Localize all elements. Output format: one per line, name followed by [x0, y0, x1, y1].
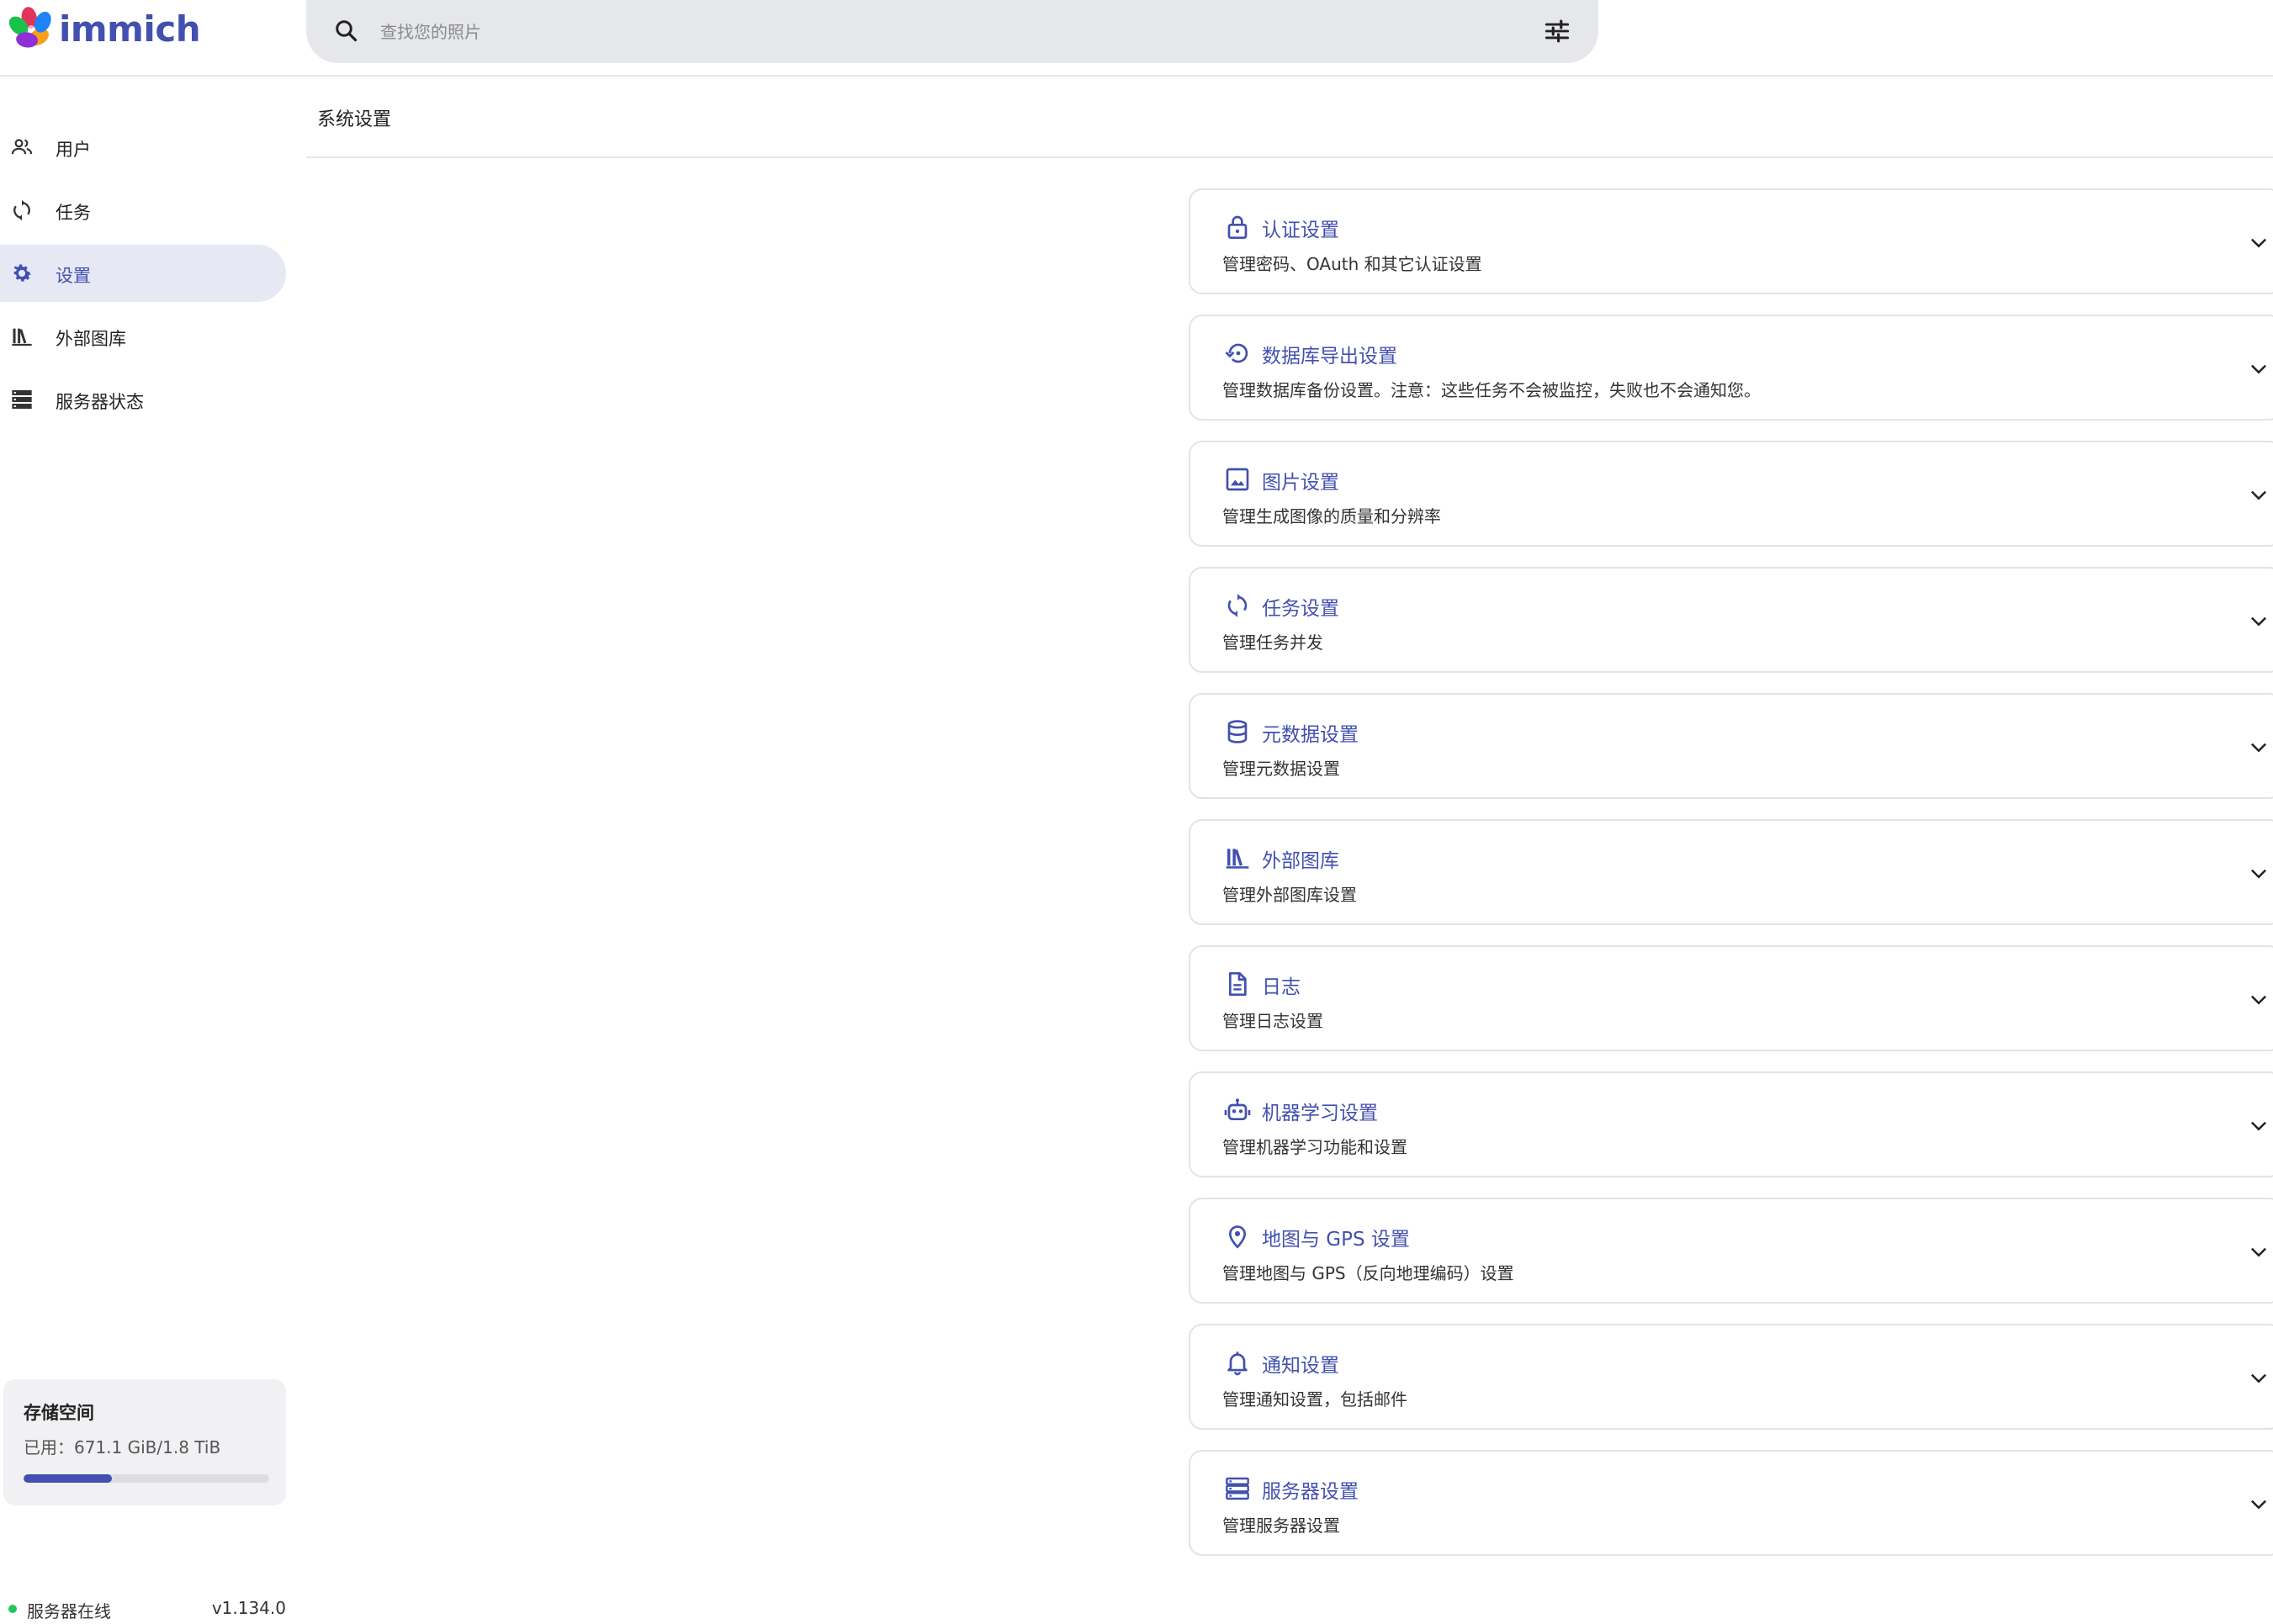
- setting-card-jobs[interactable]: 任务设置 管理任务并发: [1189, 567, 2273, 673]
- page-title: 系统设置: [317, 109, 392, 130]
- setting-card-database-backup[interactable]: 数据库导出设置 管理数据库备份设置。注意：这些任务不会被监控，失败也不会通知您。: [1189, 315, 2273, 421]
- sidebar-item-server-status[interactable]: 服务器状态: [0, 371, 286, 428]
- setting-card-metadata[interactable]: 元数据设置 管理元数据设置: [1189, 693, 2273, 799]
- map-marker-icon: [1228, 1225, 1247, 1249]
- setting-card-title: 数据库导出设置: [1262, 346, 1397, 368]
- server-status: 服务器在线 v1.134.0: [7, 1594, 286, 1624]
- setting-card-description: 管理密码、OAuth 和其它认证设置: [1222, 254, 1482, 274]
- setting-card-title: 机器学习设置: [1262, 1103, 1378, 1124]
- setting-card-authentication[interactable]: 认证设置 管理密码、OAuth 和其它认证设置: [1189, 188, 2273, 294]
- status-online-dot: [8, 1605, 17, 1613]
- chevron-down-icon[interactable]: [2246, 1114, 2271, 1139]
- library-icon: [12, 328, 32, 346]
- server-status-text: 服务器在线: [27, 1601, 111, 1621]
- bell-icon: [1227, 1352, 1248, 1376]
- setting-card-image[interactable]: 图片设置 管理生成图像的质量和分辨率: [1189, 441, 2273, 547]
- setting-card-title: 服务器设置: [1262, 1481, 1359, 1503]
- setting-card-title: 日志: [1262, 976, 1301, 998]
- server-icon: [1226, 1477, 1249, 1500]
- storage-used: 已用：671.1 GiB/1.8 TiB: [24, 1437, 221, 1457]
- sidebar: 用户 任务 设置 外部图库 服务器状态 存储空间 已用：671.1 GiB/1.…: [0, 77, 296, 1621]
- app-name: immich: [59, 8, 201, 50]
- setting-card-description: 管理日志设置: [1222, 1011, 1323, 1031]
- storage-title: 存储空间: [24, 1403, 94, 1423]
- chevron-down-icon[interactable]: [2246, 1240, 2271, 1265]
- setting-card-map-gps[interactable]: 地图与 GPS 设置 管理地图与 GPS（反向地理编码）设置: [1189, 1198, 2273, 1304]
- lock-icon: [1227, 215, 1248, 239]
- setting-card-description: 管理机器学习功能和设置: [1222, 1137, 1407, 1157]
- chevron-down-icon[interactable]: [2246, 483, 2271, 508]
- search-icon[interactable]: [331, 16, 362, 46]
- tune-icon[interactable]: [1541, 15, 1573, 47]
- page-title-bar: 系统设置: [306, 77, 2273, 158]
- app-logo[interactable]: immich: [8, 5, 201, 52]
- sidebar-item-label: 用户: [56, 140, 91, 160]
- file-document-icon: [1229, 972, 1247, 996]
- search-bar[interactable]: [306, 0, 1598, 63]
- search-input[interactable]: [379, 12, 1472, 52]
- sidebar-item-settings[interactable]: 设置: [0, 245, 286, 302]
- chevron-down-icon[interactable]: [2246, 987, 2271, 1013]
- sidebar-item-external-library[interactable]: 外部图库: [0, 308, 286, 365]
- setting-card-logging[interactable]: 日志 管理日志设置: [1189, 945, 2273, 1051]
- setting-card-notifications[interactable]: 通知设置 管理通知设置，包括邮件: [1189, 1324, 2273, 1430]
- sidebar-item-label: 设置: [56, 266, 91, 286]
- sync-icon: [1227, 594, 1248, 617]
- setting-card-external-library[interactable]: 外部图库 管理外部图库设置: [1189, 819, 2273, 925]
- robot-icon: [1224, 1098, 1251, 1120]
- chevron-down-icon[interactable]: [2246, 861, 2271, 886]
- setting-card-description: 管理生成图像的质量和分辨率: [1222, 506, 1441, 526]
- setting-card-description: 管理数据库备份设置。注意：这些任务不会被监控，失败也不会通知您。: [1222, 380, 1761, 400]
- chevron-down-icon[interactable]: [2246, 1492, 2271, 1517]
- chevron-down-icon[interactable]: [2246, 1366, 2271, 1391]
- setting-card-description: 管理地图与 GPS（反向地理编码）设置: [1222, 1263, 1514, 1283]
- setting-card-description: 管理服务器设置: [1222, 1516, 1340, 1536]
- setting-card-description: 管理任务并发: [1222, 632, 1323, 653]
- image-icon: [1226, 468, 1249, 491]
- chevron-down-icon[interactable]: [2246, 735, 2271, 760]
- chevron-down-icon[interactable]: [2246, 230, 2271, 256]
- setting-card-title: 认证设置: [1262, 220, 1339, 241]
- server-icon: [12, 389, 32, 410]
- setting-card-title: 地图与 GPS 设置: [1262, 1229, 1410, 1251]
- storage-progress-fill: [24, 1474, 113, 1483]
- library-icon: [1226, 849, 1249, 869]
- setting-card-title: 任务设置: [1262, 598, 1339, 620]
- setting-card-title: 外部图库: [1262, 850, 1339, 872]
- gear-icon: [13, 264, 31, 282]
- chevron-down-icon[interactable]: [2246, 609, 2271, 634]
- database-icon: [1227, 720, 1248, 743]
- setting-card-description: 管理通知设置，包括邮件: [1222, 1389, 1407, 1410]
- sidebar-item-label: 任务: [56, 203, 91, 223]
- setting-card-machine-learning[interactable]: 机器学习设置 管理机器学习功能和设置: [1189, 1071, 2273, 1177]
- server-version[interactable]: v1.134.0: [212, 1598, 286, 1618]
- users-icon: [11, 139, 33, 155]
- immich-logo-icon: [8, 7, 51, 48]
- setting-card-server[interactable]: 服务器设置 管理服务器设置: [1189, 1450, 2273, 1556]
- setting-card-title: 图片设置: [1262, 472, 1339, 494]
- setting-card-description: 管理外部图库设置: [1222, 885, 1357, 905]
- storage-card: 存储空间 已用：671.1 GiB/1.8 TiB: [3, 1379, 286, 1505]
- sidebar-item-jobs[interactable]: 任务: [0, 182, 286, 239]
- sidebar-item-label: 服务器状态: [56, 392, 144, 412]
- top-bar: immich: [0, 0, 2273, 77]
- sync-icon: [13, 199, 30, 221]
- setting-card-title: 元数据设置: [1262, 724, 1359, 746]
- storage-progress-bar: [24, 1474, 269, 1483]
- sidebar-item-users[interactable]: 用户: [0, 119, 286, 176]
- setting-card-description: 管理元数据设置: [1222, 759, 1340, 779]
- sidebar-item-label: 外部图库: [56, 329, 126, 349]
- backup-restore-icon: [1225, 343, 1248, 363]
- setting-card-title: 通知设置: [1262, 1355, 1339, 1377]
- chevron-down-icon[interactable]: [2246, 357, 2271, 382]
